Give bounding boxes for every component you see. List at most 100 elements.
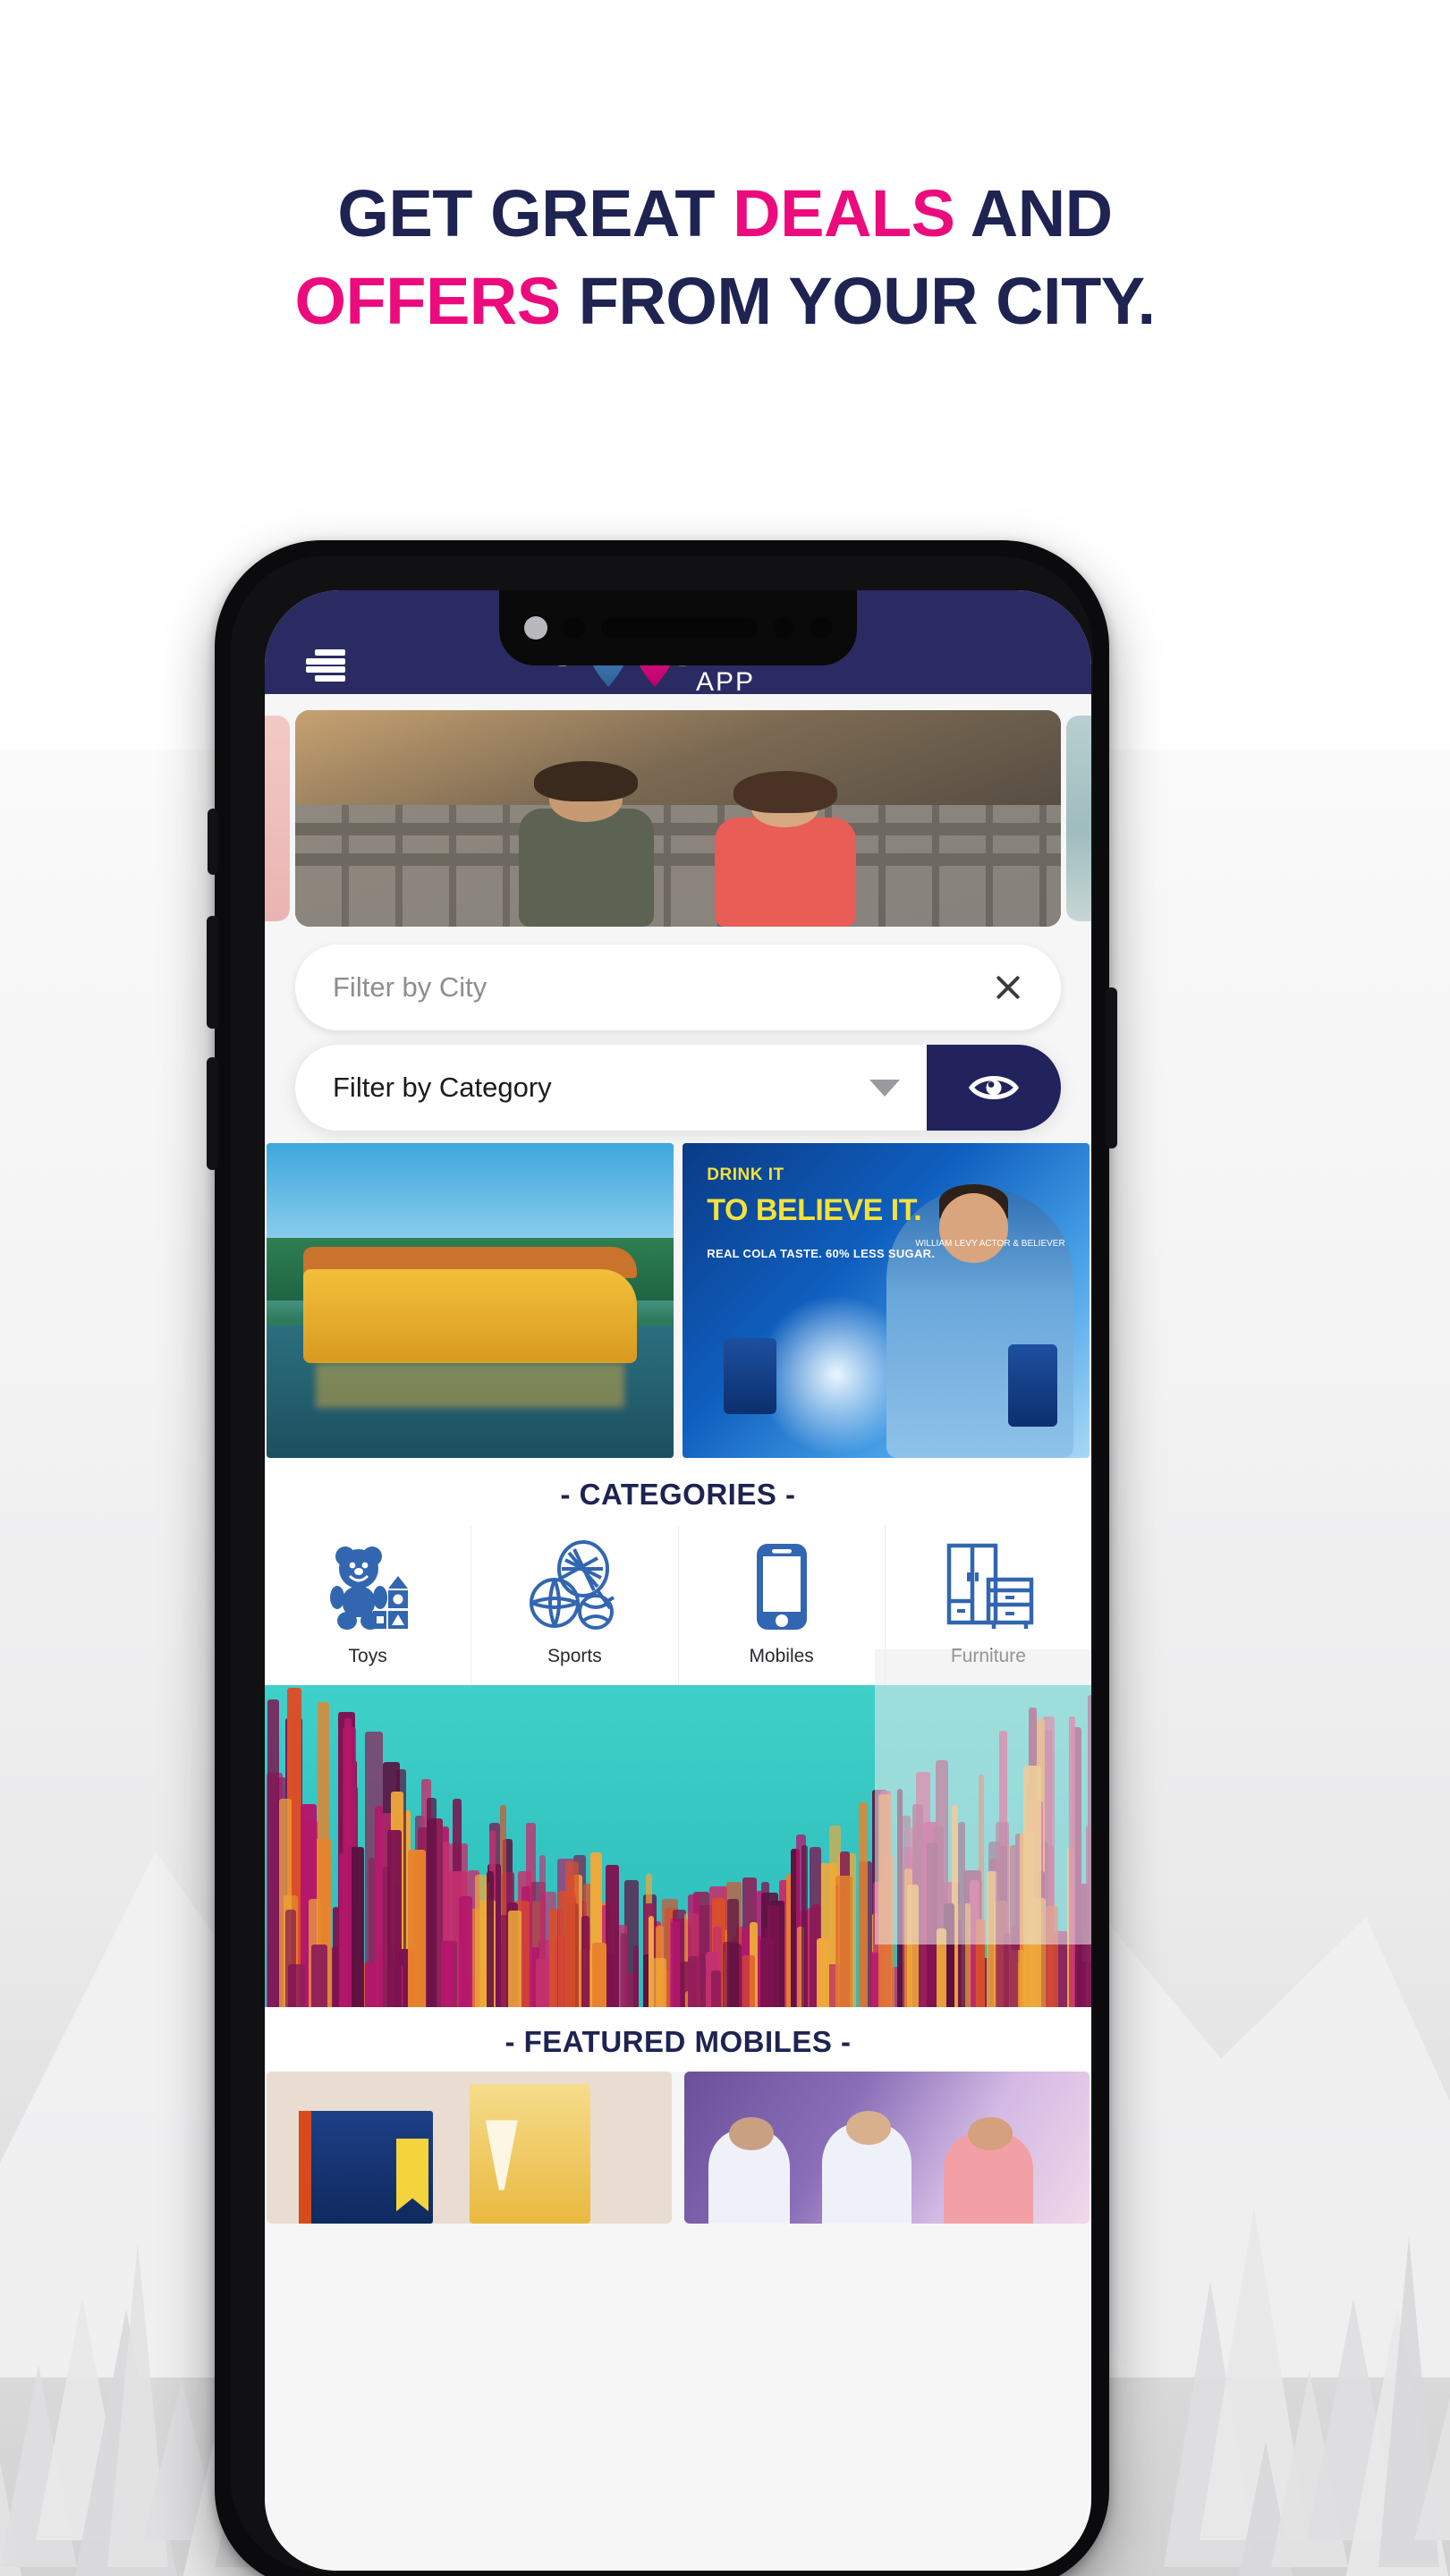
candy-stick (487, 1871, 493, 2007)
teddy-bear-icon (318, 1537, 418, 1637)
candy-stick (907, 1885, 919, 2007)
carousel-peek-previous[interactable] (265, 716, 290, 921)
candy-stick (441, 1941, 453, 2007)
candy-stick (592, 1943, 607, 2007)
headline-part-from-your-city: FROM YOUR CITY. (561, 264, 1156, 338)
phone-power-button[interactable] (1106, 987, 1117, 1148)
headline-part-and: AND (954, 176, 1112, 250)
candy-stick (817, 1938, 829, 2007)
candy-stick (727, 1899, 739, 2007)
featured-card-people[interactable] (684, 2072, 1090, 2224)
candy-stick (408, 1850, 426, 2007)
proximity-sensor-icon (564, 617, 585, 639)
candy-stick (375, 1806, 383, 2007)
hamburger-menu-icon[interactable] (306, 649, 345, 682)
category-label: Mobiles (749, 1646, 813, 1667)
candy-stick (767, 1905, 780, 2007)
category-item-mobiles[interactable]: Mobiles (679, 1526, 886, 1685)
front-camera-icon (524, 616, 547, 640)
categories-section-title: - CATEGORIES - (265, 1458, 1091, 1526)
city-filter-row[interactable] (295, 945, 1061, 1030)
category-item-toys[interactable]: Toys (265, 1526, 471, 1685)
featured-card-chocolate[interactable] (267, 2072, 672, 2224)
promo-banner-row: DRINK IT TO BELIEVE IT. REAL COLA TASTE.… (265, 1143, 1091, 1458)
candy-stick (801, 1845, 809, 2007)
background-trees-right (1155, 2004, 1450, 2576)
pepsi-headline-line1: DRINK IT (707, 1165, 784, 1185)
candy-stick (937, 1928, 945, 2007)
candy-stick (459, 1896, 472, 2007)
featured-products-row (265, 2072, 1091, 2224)
category-filter-select[interactable]: Filter by Category (295, 1045, 927, 1131)
ir-sensor-icon (810, 617, 832, 639)
ambient-sensor-icon (773, 617, 794, 639)
phone-bezel: S PER APP (231, 556, 1093, 2572)
background-tree (1414, 2388, 1450, 2540)
app-content: Filter by Category (265, 694, 1091, 2571)
candy-stick (688, 1956, 699, 2007)
candy-stick (671, 1921, 679, 2007)
candy-stick (878, 1794, 892, 2007)
candy-stick (859, 1802, 868, 2007)
candy-stick (976, 1919, 985, 2007)
candy-stick (633, 1945, 640, 2007)
phone-notch (499, 590, 857, 665)
candy-stick (711, 1970, 722, 2007)
candy-stick (653, 1958, 666, 2007)
candy-stick (1010, 1845, 1018, 2007)
featured-section-title: - FEATURED MOBILES - (265, 2007, 1091, 2072)
candy-stick (835, 1876, 852, 2007)
candy-stick (285, 1910, 296, 2007)
pepsi-credit: WILLIAM LEVY ACTOR & BELIEVER (915, 1238, 1064, 1250)
category-filter-label: Filter by Category (333, 1072, 552, 1104)
headline-part-deals: DEALS (733, 176, 954, 250)
eye-icon (968, 1070, 1020, 1106)
phone-volume-down-button[interactable] (207, 1057, 218, 1170)
page-headline: GET GREAT DEALS AND OFFERS FROM YOUR CIT… (0, 170, 1450, 344)
category-item-sports[interactable]: Sports (471, 1526, 678, 1685)
phone-mockup: S PER APP (215, 540, 1109, 2576)
candy-stick (539, 1855, 546, 2007)
chevron-down-icon (869, 1080, 900, 1097)
candy-stick (558, 1891, 576, 2007)
category-item-furniture[interactable]: Furniture (886, 1526, 1091, 1685)
candy-stick (1046, 1906, 1058, 2007)
promo-card-pepsi[interactable]: DRINK IT TO BELIEVE IT. REAL COLA TASTE.… (683, 1143, 1090, 1458)
racket-ball-icon (524, 1537, 624, 1637)
hero-banner-image[interactable] (295, 710, 1061, 927)
candy-stick (897, 1789, 903, 2007)
phone-screen: S PER APP (265, 590, 1091, 2571)
category-label: Furniture (951, 1646, 1026, 1667)
pepsi-subline: REAL COLA TASTE. 60% LESS SUGAR. (707, 1247, 935, 1260)
candy-stick (311, 1945, 327, 2007)
candy-stick (427, 1798, 437, 2007)
candy-stick (996, 1822, 1009, 2007)
svg-text:APP: APP (696, 667, 755, 692)
promo-card-houseboat[interactable] (267, 1143, 674, 1458)
view-results-button[interactable] (927, 1045, 1061, 1131)
close-icon[interactable] (988, 967, 1029, 1008)
candy-stick (1086, 1826, 1091, 2007)
candy-stick (387, 1830, 403, 2007)
headline-part-get-great: GET GREAT (337, 176, 733, 250)
candy-stick (508, 1911, 521, 2007)
category-label: Sports (547, 1646, 602, 1667)
candy-stick (621, 1933, 627, 2007)
headline-line-2: OFFERS FROM YOUR CITY. (0, 258, 1450, 345)
hero-carousel[interactable] (265, 694, 1091, 928)
phone-mute-switch[interactable] (208, 809, 218, 875)
carousel-peek-next[interactable] (1066, 716, 1091, 921)
candy-stick (339, 1853, 346, 2007)
city-filter-input[interactable] (333, 971, 988, 1004)
promo-banner-candy[interactable] (265, 1685, 1091, 2007)
category-filter-row: Filter by Category (295, 1045, 1061, 1131)
pepsi-headline-line2: TO BELIEVE IT. (707, 1193, 921, 1228)
headline-line-1: GET GREAT DEALS AND (0, 170, 1450, 258)
candy-stick (649, 1916, 655, 2007)
headline-part-offers: OFFERS (294, 264, 560, 338)
candy-stick (267, 1699, 279, 2007)
categories-grid: Toys Sports Mobiles Furniture (265, 1526, 1091, 1685)
candy-stick (1069, 1716, 1075, 2007)
smartphone-icon (732, 1537, 832, 1637)
phone-volume-up-button[interactable] (207, 916, 218, 1029)
